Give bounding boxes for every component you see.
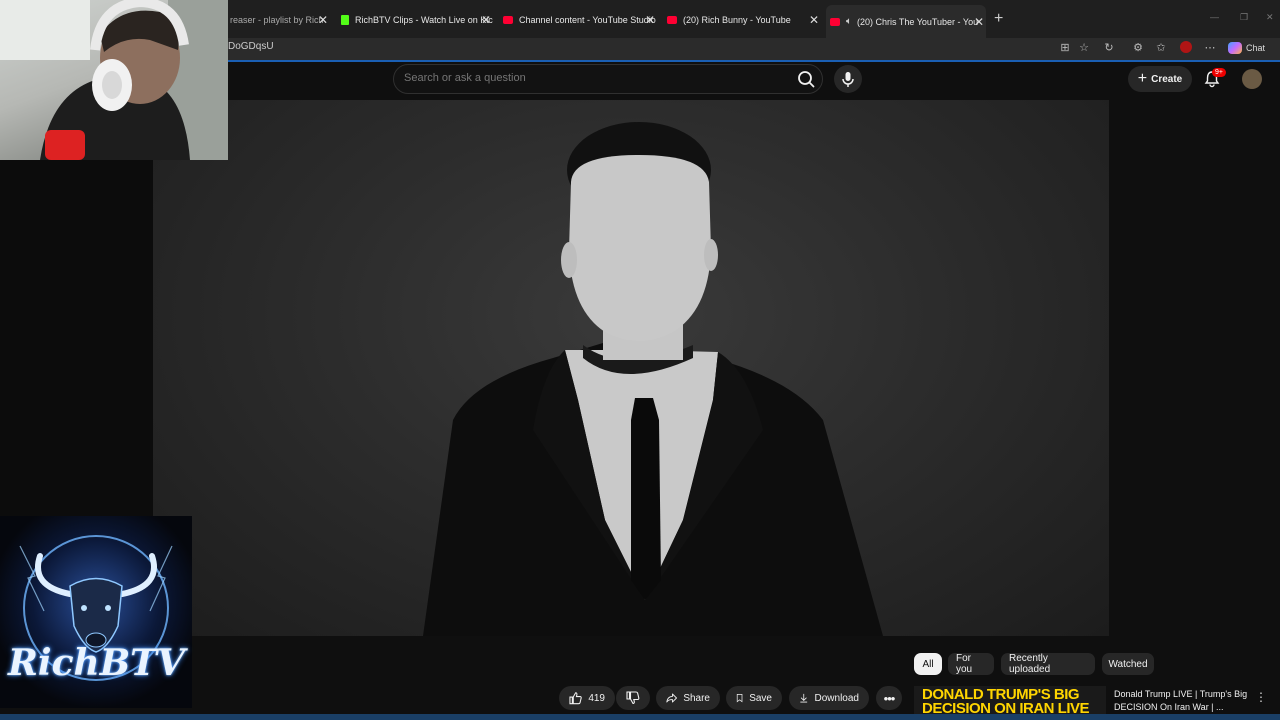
favorite-star-icon[interactable]: ☆ <box>1077 41 1091 55</box>
video-player[interactable] <box>153 100 1109 636</box>
account-avatar[interactable] <box>1242 69 1262 89</box>
app-available-icon[interactable]: ⊞ <box>1058 41 1072 55</box>
youtube-icon <box>667 16 677 24</box>
copilot-icon <box>1228 42 1242 54</box>
share-label: Share <box>683 692 710 704</box>
create-button[interactable]: + Create <box>1128 66 1192 92</box>
taskbar-edge <box>0 714 1280 720</box>
bookmark-icon <box>736 694 743 703</box>
youtube-icon <box>503 16 513 24</box>
url-text[interactable]: DoGDqsU <box>228 41 274 52</box>
create-label: Create <box>1151 73 1183 85</box>
tab-label: (20) Rich Bunny - YouTube <box>683 15 791 25</box>
search-icon <box>798 71 815 88</box>
thumbs-up-icon <box>569 692 582 705</box>
thumbs-down-icon <box>626 691 640 705</box>
filter-chip-recently-uploaded[interactable]: Recently uploaded <box>1001 653 1095 675</box>
left-background <box>0 160 153 520</box>
plus-icon: + <box>1137 70 1148 87</box>
copilot-chat-button[interactable]: Chat <box>1228 40 1265 56</box>
more-horizontal-icon: ••• <box>883 690 896 706</box>
voice-search-button[interactable] <box>834 65 862 93</box>
kick-icon <box>341 15 349 25</box>
share-icon <box>666 693 677 703</box>
more-icon[interactable]: ⋯ <box>1203 41 1217 55</box>
more-vertical-icon[interactable]: ⋮ <box>1255 690 1267 704</box>
new-tab-button[interactable]: + <box>994 10 1003 28</box>
favorites-icon[interactable]: ✩ <box>1154 41 1168 55</box>
tab-label: Channel content - YouTube Studio <box>519 15 656 25</box>
tab-label: (20) Chris The YouTuber - You <box>857 16 979 27</box>
tab-chris-the-youtuber[interactable]: 🔈︎ (20) Chris The YouTuber - You ✕ <box>826 5 986 38</box>
search-input[interactable] <box>404 72 784 84</box>
share-button[interactable]: Share <box>656 686 720 710</box>
microphone-icon <box>842 72 854 87</box>
close-icon[interactable]: ✕ <box>974 15 984 29</box>
close-icon[interactable]: ✕ <box>645 13 655 27</box>
youtube-icon <box>830 17 840 26</box>
tab-label: RichBTV Clips - Watch Live on Kick <box>355 15 493 25</box>
recommendation-thumbnail[interactable]: DONALD TRUMP'S BIG DECISION ON IRAN LIVE <box>914 686 1106 716</box>
notifications-badge: 9+ <box>1212 68 1226 77</box>
richbtv-logo: RichBTV <box>0 516 192 708</box>
search-box[interactable] <box>393 64 823 94</box>
dislike-button[interactable] <box>616 686 650 710</box>
save-button[interactable]: Save <box>726 686 782 710</box>
tab-playlist[interactable]: reaser - playlist by Rich ✕ <box>230 7 330 33</box>
download-label: Download <box>814 692 859 704</box>
minimize-icon[interactable]: — <box>1210 12 1219 22</box>
filter-chip-for-you[interactable]: For you <box>948 653 994 675</box>
filter-chip-watched[interactable]: Watched <box>1102 653 1154 675</box>
silhouette-figure <box>423 122 883 636</box>
streamer-image <box>0 0 228 160</box>
recommendation-title[interactable]: Donald Trump LIVE | Trump's Big DECISION… <box>1114 688 1254 714</box>
like-button[interactable]: 419 <box>559 686 615 710</box>
logo-text: RichBTV <box>8 642 185 684</box>
tab-youtube-studio[interactable]: Channel content - YouTube Studio ✕ <box>503 7 657 33</box>
maximize-icon[interactable]: ❐ <box>1240 12 1248 23</box>
secondary-panel <box>1109 100 1280 636</box>
download-icon <box>800 693 808 703</box>
extensions-icon[interactable]: ⚙ <box>1131 41 1145 55</box>
chat-label: Chat <box>1246 43 1266 53</box>
like-count: 419 <box>588 692 605 704</box>
webcam-overlay <box>0 0 228 160</box>
profile-icon[interactable] <box>1179 41 1193 55</box>
more-actions-button[interactable]: ••• <box>876 686 902 710</box>
search-button[interactable] <box>792 66 820 92</box>
tab-label: reaser - playlist by Rich <box>230 15 324 25</box>
close-icon[interactable]: ✕ <box>481 13 491 27</box>
refresh-extension-icon[interactable]: ↻ <box>1102 41 1116 55</box>
close-window-icon[interactable]: ✕ <box>1266 12 1274 23</box>
save-label: Save <box>749 692 772 704</box>
download-button[interactable]: Download <box>789 686 869 710</box>
thumbnail-text: DONALD TRUMP'S BIG DECISION ON IRAN LIVE <box>922 686 1090 716</box>
tab-kick[interactable]: RichBTV Clips - Watch Live on Kick ✕ <box>341 7 493 33</box>
filter-chip-all[interactable]: All <box>914 653 942 675</box>
close-icon[interactable]: ✕ <box>809 13 819 27</box>
close-icon[interactable]: ✕ <box>318 13 328 27</box>
speaker-icon[interactable]: 🔈︎ <box>846 16 852 27</box>
tab-rich-bunny[interactable]: (20) Rich Bunny - YouTube ✕ <box>667 7 821 33</box>
